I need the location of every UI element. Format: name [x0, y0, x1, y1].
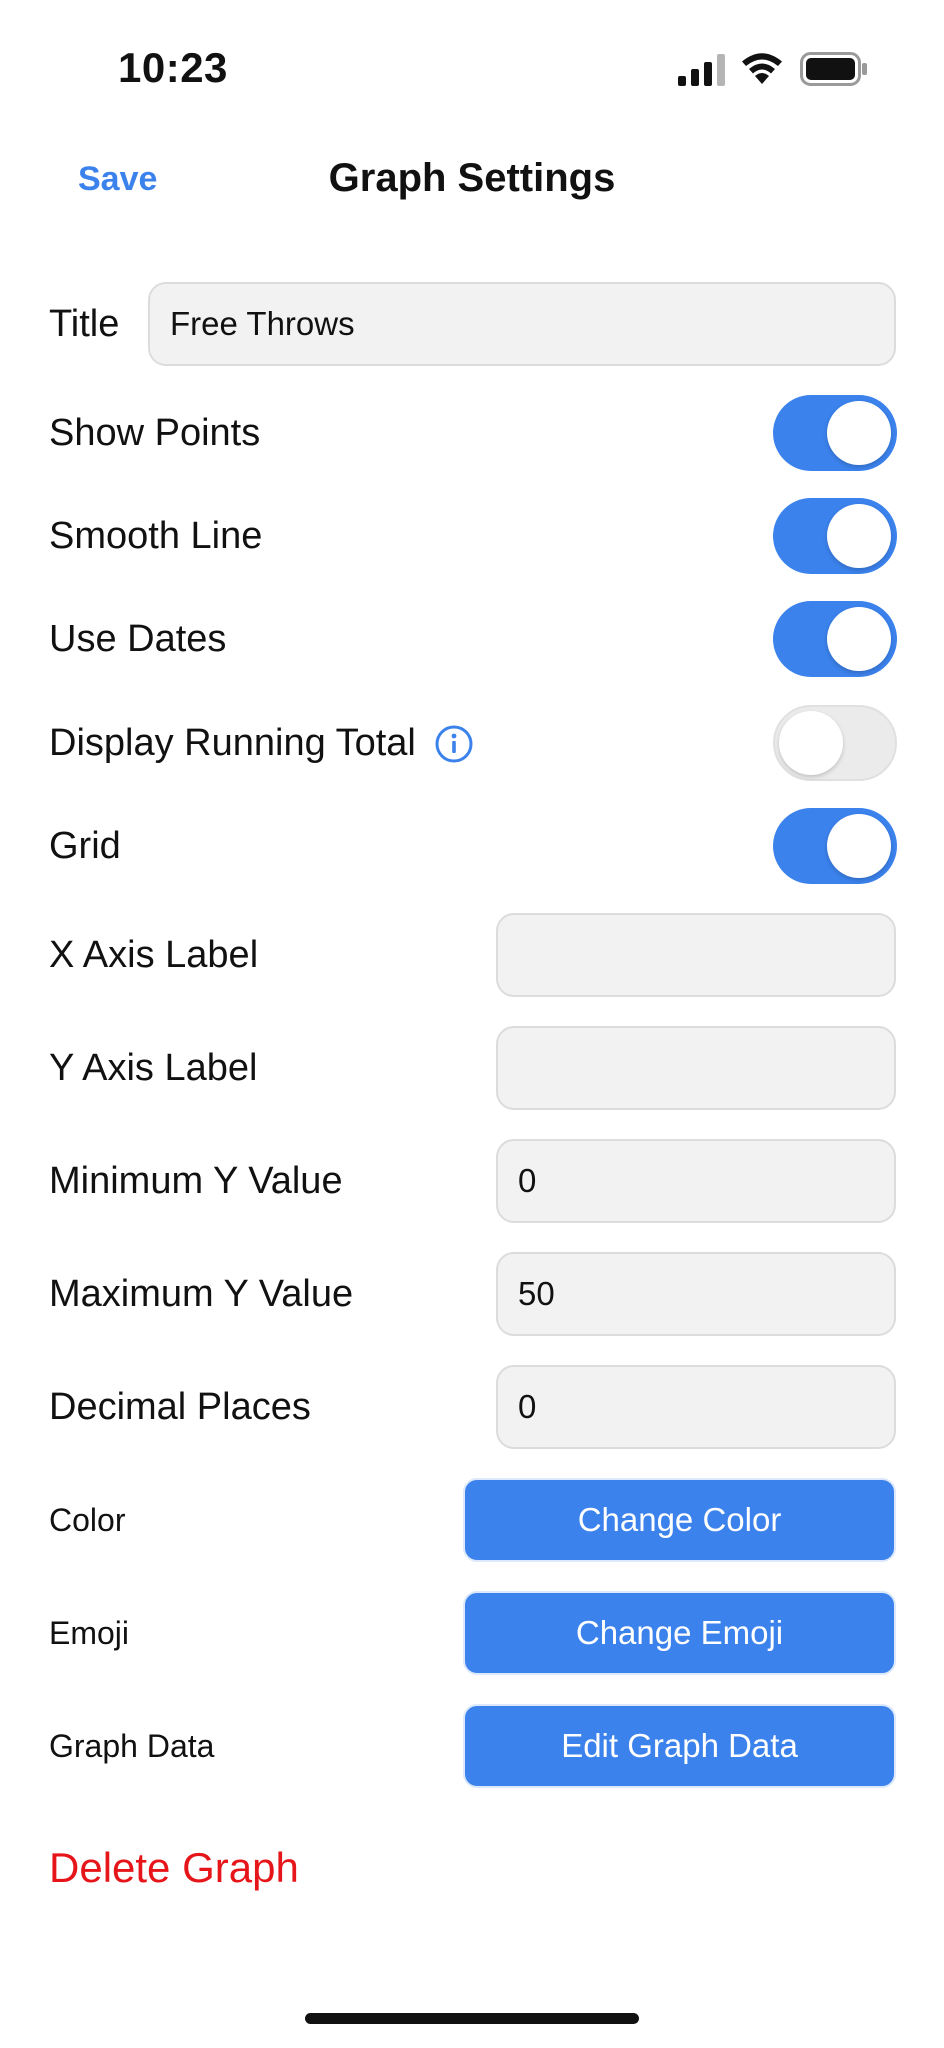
- edit-graph-data-button[interactable]: Edit Graph Data: [463, 1704, 896, 1788]
- x-axis-label-input[interactable]: [496, 913, 896, 997]
- y-axis-label-input[interactable]: [496, 1026, 896, 1110]
- y-axis-label-label: Y Axis Label: [49, 1047, 258, 1089]
- delete-graph-button[interactable]: Delete Graph: [49, 1844, 299, 1892]
- show-points-toggle[interactable]: [773, 395, 897, 471]
- status-time: 10:23: [118, 44, 228, 91]
- smooth-line-toggle[interactable]: [773, 498, 897, 574]
- grid-toggle[interactable]: [773, 808, 897, 884]
- emoji-label: Emoji: [49, 1615, 130, 1651]
- grid-label: Grid: [49, 825, 121, 867]
- signal-icon: [678, 54, 725, 86]
- display-running-total-label: Display Running Total: [49, 722, 416, 764]
- maximum-y-value-label: Maximum Y Value: [49, 1273, 354, 1315]
- show-points-label: Show Points: [49, 412, 261, 454]
- title-input[interactable]: [148, 282, 896, 366]
- use-dates-label: Use Dates: [49, 618, 227, 660]
- display-running-total-toggle[interactable]: [773, 705, 897, 781]
- wifi-icon: [742, 53, 782, 84]
- toggle-knob: [779, 711, 843, 775]
- home-indicator[interactable]: [305, 2013, 639, 2024]
- info-icon[interactable]: [434, 724, 474, 764]
- change-emoji-button[interactable]: Change Emoji: [463, 1591, 896, 1675]
- minimum-y-value-input[interactable]: [496, 1139, 896, 1223]
- decimal-places-input[interactable]: [496, 1365, 896, 1449]
- toggle-knob: [827, 607, 891, 671]
- title-label: Title: [49, 303, 120, 345]
- status-bar: 10:23: [0, 0, 944, 130]
- minimum-y-value-label: Minimum Y Value: [49, 1160, 343, 1202]
- use-dates-toggle[interactable]: [773, 601, 897, 677]
- graph-data-label: Graph Data: [49, 1728, 215, 1764]
- maximum-y-value-input[interactable]: [496, 1252, 896, 1336]
- x-axis-label-label: X Axis Label: [49, 934, 259, 976]
- smooth-line-label: Smooth Line: [49, 515, 263, 557]
- toggle-knob: [827, 814, 891, 878]
- save-button[interactable]: Save: [78, 160, 157, 199]
- decimal-places-label: Decimal Places: [49, 1386, 311, 1428]
- change-color-button[interactable]: Change Color: [463, 1478, 896, 1562]
- color-label: Color: [49, 1502, 126, 1538]
- toggle-knob: [827, 504, 891, 568]
- toggle-knob: [827, 401, 891, 465]
- battery-icon: [800, 52, 867, 86]
